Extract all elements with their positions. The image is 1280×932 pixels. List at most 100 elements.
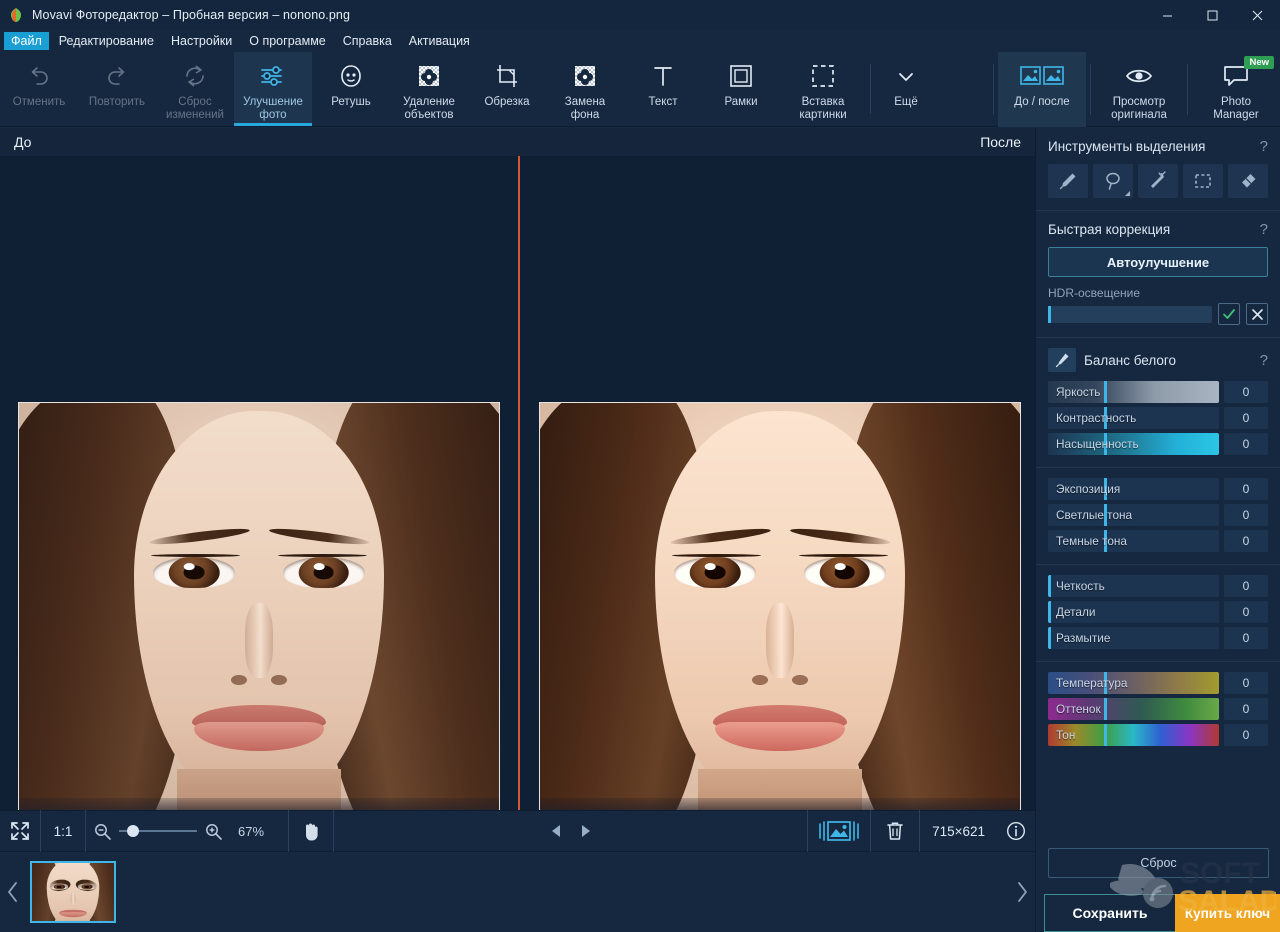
slider-row: Светлые тона 0 — [1048, 504, 1268, 526]
reset-changes-button[interactable]: Сброс изменений — [156, 52, 234, 126]
zoom-control[interactable]: 67% — [86, 810, 288, 852]
frames-button[interactable]: Рамки — [702, 52, 780, 126]
brightness-value[interactable]: 0 — [1224, 381, 1268, 403]
redo-button[interactable]: Повторить — [78, 52, 156, 126]
next-image-button[interactable] — [571, 810, 601, 852]
after-label: После — [980, 134, 1021, 150]
saturation-slider[interactable]: Насыщенность — [1048, 433, 1219, 455]
maximize-icon[interactable] — [1190, 0, 1235, 30]
hue-slider-handle[interactable] — [1104, 724, 1107, 746]
compare-image-icon — [818, 819, 860, 843]
tint-slider[interactable]: Оттенок — [1048, 698, 1219, 720]
after-image[interactable] — [539, 402, 1021, 810]
temperature-value[interactable]: 0 — [1224, 672, 1268, 694]
detail-section: Четкость 0 Детали 0 Размытие 0 — [1036, 565, 1280, 662]
tint-value[interactable]: 0 — [1224, 698, 1268, 720]
enhance-photo-button[interactable]: Улучшение фото — [234, 52, 312, 126]
highlights-slider[interactable]: Светлые тона — [1048, 504, 1219, 526]
before-image[interactable] — [18, 402, 500, 810]
menu-item-about[interactable]: О программе — [242, 32, 332, 51]
minimize-icon[interactable] — [1145, 0, 1190, 30]
text-label: Текст — [649, 96, 678, 109]
exposure-value[interactable]: 0 — [1224, 478, 1268, 500]
exposure-slider[interactable]: Экспозиция — [1048, 478, 1219, 500]
auto-enhance-button[interactable]: Автоулучшение — [1048, 247, 1268, 277]
view-original-label-2: оригинала — [1111, 109, 1167, 121]
details-value[interactable]: 0 — [1224, 601, 1268, 623]
cancel-button[interactable] — [1246, 303, 1268, 325]
photo-manager-button[interactable]: New Photo Manager — [1192, 52, 1280, 127]
saturation-value[interactable]: 0 — [1224, 433, 1268, 455]
white-balance-help-icon[interactable]: ? — [1260, 352, 1268, 369]
details-slider[interactable]: Детали — [1048, 601, 1219, 623]
menu-item-activation[interactable]: Активация — [402, 32, 477, 51]
magic-wand-tool-button[interactable] — [1138, 164, 1178, 198]
image-info-button[interactable] — [997, 810, 1035, 852]
zoom-slider-handle[interactable] — [127, 825, 139, 837]
shadows-value[interactable]: 0 — [1224, 530, 1268, 552]
canvas-area[interactable]: До После — [0, 128, 1035, 810]
zoom-ratio-button[interactable]: 1:1 — [41, 810, 85, 852]
compare-image-button[interactable] — [808, 810, 870, 852]
eyedropper-button[interactable] — [1048, 348, 1076, 372]
before-after-button[interactable]: До / после — [998, 52, 1086, 127]
eraser-tool-button[interactable] — [1228, 164, 1268, 198]
brush-tool-button[interactable] — [1048, 164, 1088, 198]
blur-value[interactable]: 0 — [1224, 627, 1268, 649]
prev-image-button[interactable] — [541, 810, 571, 852]
tint-slider-handle[interactable] — [1104, 698, 1107, 720]
compare-divider-handle[interactable] — [518, 156, 520, 810]
hue-slider[interactable]: Тон — [1048, 724, 1219, 746]
save-button[interactable]: Сохранить — [1044, 894, 1176, 932]
clarity-slider[interactable]: Четкость — [1048, 575, 1219, 597]
shadows-slider[interactable]: Темные тона — [1048, 530, 1219, 552]
portrait-render-after — [540, 403, 1020, 810]
hue-value[interactable]: 0 — [1224, 724, 1268, 746]
close-icon[interactable] — [1235, 0, 1280, 30]
selection-help-icon[interactable]: ? — [1260, 138, 1268, 155]
window-title: Movavi Фоторедактор – Пробная версия – n… — [32, 8, 350, 22]
rectangle-select-tool-button[interactable] — [1183, 164, 1223, 198]
window-controls — [1145, 0, 1280, 30]
background-change-button[interactable]: Замена фона — [546, 52, 624, 126]
crop-button[interactable]: Обрезка — [468, 52, 546, 126]
zoom-slider[interactable] — [119, 830, 197, 832]
lasso-tool-button[interactable] — [1093, 164, 1133, 198]
brightness-slider[interactable]: Яркость — [1048, 381, 1219, 403]
brightness-slider-handle[interactable] — [1104, 381, 1107, 403]
temperature-slider[interactable]: Температура — [1048, 672, 1219, 694]
retouch-button[interactable]: Ретушь — [312, 52, 390, 126]
eyedropper-icon — [1054, 352, 1070, 368]
insert-image-button[interactable]: Вставка картинки — [780, 52, 866, 126]
hdr-lighting-slider[interactable] — [1048, 306, 1212, 323]
prev-arrow-icon — [549, 823, 563, 839]
fit-screen-button[interactable] — [0, 810, 40, 852]
contrast-value[interactable]: 0 — [1224, 407, 1268, 429]
list-item[interactable] — [30, 861, 116, 923]
filmstrip-prev-button[interactable] — [0, 852, 26, 932]
delete-image-button[interactable] — [871, 810, 919, 852]
menu-item-edit[interactable]: Редактирование — [52, 32, 161, 51]
apply-button[interactable] — [1218, 303, 1240, 325]
hdr-slider-handle[interactable] — [1048, 306, 1051, 323]
menu-item-settings[interactable]: Настройки — [164, 32, 239, 51]
bottom-divider-4 — [333, 810, 334, 852]
text-button[interactable]: Текст — [624, 52, 702, 126]
lasso-dropdown-arrow-icon[interactable] — [1125, 191, 1130, 196]
menu-item-help[interactable]: Справка — [336, 32, 399, 51]
object-removal-button[interactable]: Удаление объектов — [390, 52, 468, 126]
clarity-value[interactable]: 0 — [1224, 575, 1268, 597]
slider-row: Детали 0 — [1048, 601, 1268, 623]
reset-button[interactable]: Сброс — [1048, 848, 1269, 878]
contrast-slider[interactable]: Контрастность — [1048, 407, 1219, 429]
hand-tool-button[interactable] — [289, 810, 333, 852]
blur-slider[interactable]: Размытие — [1048, 627, 1219, 649]
menu-item-file[interactable]: Файл — [4, 32, 49, 51]
view-original-button[interactable]: Просмотр оригинала — [1095, 52, 1183, 127]
buy-key-button[interactable]: Купить ключ — [1175, 894, 1280, 932]
highlights-value[interactable]: 0 — [1224, 504, 1268, 526]
more-button[interactable]: Ещё — [875, 52, 937, 126]
undo-button[interactable]: Отменить — [0, 52, 78, 126]
quick-correction-help-icon[interactable]: ? — [1260, 221, 1268, 238]
filmstrip-next-button[interactable] — [1009, 852, 1035, 932]
